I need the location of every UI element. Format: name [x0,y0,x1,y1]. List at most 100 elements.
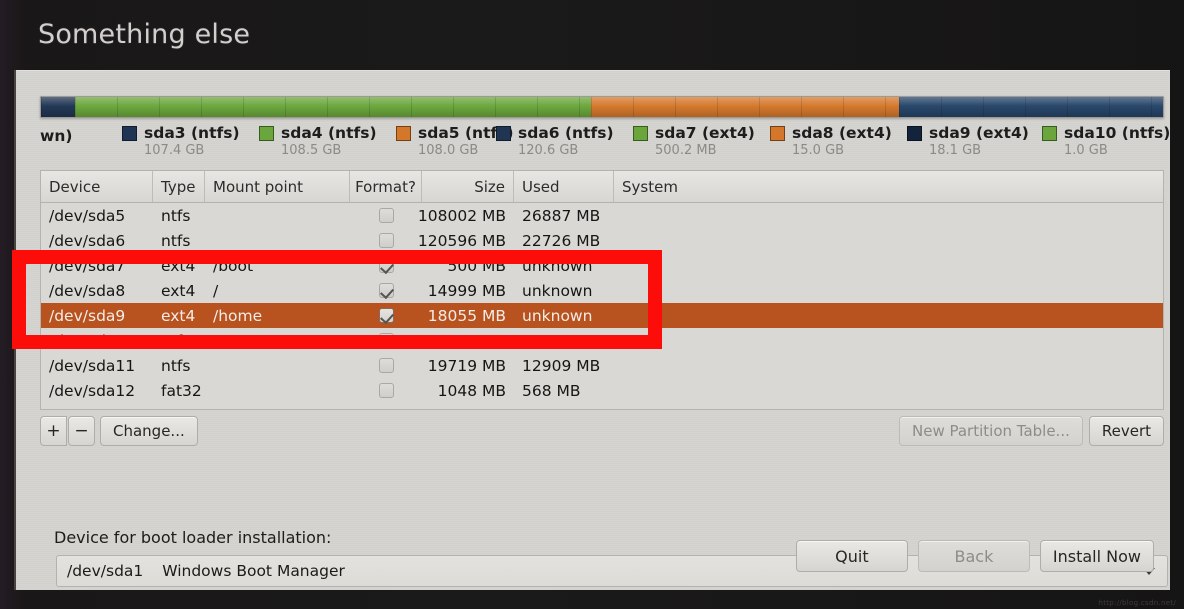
cell-system [614,353,1163,378]
cell-format[interactable] [350,303,422,328]
legend-size: 1.0 GB [1064,143,1108,158]
legend-label: sda10 (ntfs) [1064,124,1171,142]
table-row[interactable]: /dev/sda5 ntfs 108002 MB 26887 MB [41,203,1163,228]
table-row[interactable]: /dev/sda12 fat32 1048 MB 568 MB [41,378,1163,403]
cell-size: 14999 MB [427,281,506,300]
cell-system [614,203,1163,228]
legend-color-swatch-icon [633,125,648,141]
cell-format[interactable] [350,203,422,228]
checkbox-unchecked-icon[interactable] [378,333,394,348]
partition-bar-segment-sda9 [899,97,1163,117]
checkbox-checked-icon[interactable] [378,283,394,298]
cell-size: 1048 MB [437,331,506,350]
cell-device: /dev/sda6 [49,231,126,250]
table-row[interactable]: /dev/sda8 ext4 / 14999 MB unknown [41,278,1163,303]
column-header-mount-point[interactable]: Mount point [205,171,350,202]
table-row[interactable]: /dev/sda6 ntfs 120596 MB 22726 MB [41,228,1163,253]
checkbox-unchecked-icon[interactable] [378,233,394,248]
cell-device: /dev/sda10 [49,331,136,350]
column-header-system[interactable]: System [614,171,1163,202]
legend-label: sda7 (ext4) [655,124,755,142]
legend-size: 120.6 GB [518,143,579,158]
cell-used: 470 MB [522,331,581,350]
cell-system [614,228,1163,253]
cell-type: ntfs [161,356,191,375]
cell-format[interactable] [350,253,422,278]
cell-used: unknown [522,306,593,325]
partition-table: Device Type Mount point Format? Size Use… [40,170,1164,410]
checkbox-unchecked-icon[interactable] [378,208,394,223]
legend-label: sda8 (ext4) [792,124,892,142]
cell-format[interactable] [350,228,422,253]
cell-mount-point: /home [213,306,263,325]
install-now-button[interactable]: Install Now [1039,540,1154,572]
back-button[interactable]: Back [917,540,1030,572]
partition-bar-segment-sda3 [41,97,75,117]
partition-bar-segment-sda4 [74,97,591,117]
legend-item-sda6: sda6 (ntfs) 120.6 GB [496,124,614,158]
installer-dialog: wn) sda3 (ntfs) 107.4 GB sda4 (ntfs) 108.5 … [14,70,1170,590]
partition-bar-segment-sda5 [590,97,900,117]
table-row[interactable]: /dev/sda11 ntfs 19719 MB 12909 MB [41,353,1163,378]
legend-item-sda4: sda4 (ntfs) 108.5 GB [259,124,377,158]
column-header-size[interactable]: Size [422,171,514,202]
remove-partition-button[interactable]: − [68,416,95,446]
cell-size: 1048 MB [437,381,506,400]
cell-used: unknown [522,256,593,275]
partition-bar-track [40,96,1164,118]
column-header-device[interactable]: Device [41,171,153,202]
legend-color-swatch-icon [907,125,922,141]
cell-size: 120596 MB [417,231,506,250]
table-actions-group: New Partition Table... Revert [899,416,1164,446]
table-row[interactable]: /dev/sda10 ntfs 1048 MB 470 MB [41,328,1163,353]
table-row[interactable]: /dev/sda9 ext4/home 18055 MB unknown [41,303,1163,328]
cell-used: 22726 MB [522,231,601,250]
cell-format[interactable] [350,353,422,378]
cell-device: /dev/sda11 [49,356,136,375]
cell-device: /dev/sda8 [49,281,126,300]
checkbox-unchecked-icon[interactable] [378,358,394,373]
cell-format[interactable] [350,378,422,403]
cell-used: 12909 MB [522,356,601,375]
legend-color-swatch-icon [770,125,785,141]
cell-type: ntfs [161,231,191,250]
boot-loader-label: Device for boot loader installation: [54,528,332,547]
cell-format[interactable] [350,278,422,303]
partition-table-header: Device Type Mount point Format? Size Use… [41,171,1163,203]
partition-table-body: /dev/sda5 ntfs 108002 MB 26887 MB/dev/sda6 n… [41,203,1163,403]
cell-system [614,378,1163,403]
quit-button[interactable]: Quit [795,540,908,572]
cell-type: ext4 [161,256,196,275]
legend-size: 107.4 GB [144,143,205,158]
table-row[interactable]: /dev/sda7 ext4/boot 500 MB unknown [41,253,1163,278]
checkbox-unchecked-icon[interactable] [378,383,394,398]
legend-color-swatch-icon [496,125,511,141]
checkbox-checked-icon[interactable] [378,258,394,273]
cell-device: /dev/sda9 [49,306,126,325]
cell-used: 568 MB [522,381,581,400]
cell-mount-point [205,328,350,353]
column-header-used[interactable]: Used [514,171,614,202]
cell-size: 500 MB [447,256,506,275]
cell-system [614,253,1163,278]
legend-color-swatch-icon [396,125,411,141]
legend-item-sda10: sda10 (ntfs) 1.0 GB [1042,124,1170,158]
partition-bar [40,96,1164,118]
change-partition-button[interactable]: Change... [100,416,198,446]
partition-toolbar: + − Change... New Partition Table... Rev… [40,416,1164,450]
cell-size: 18055 MB [427,306,506,325]
cell-used: 26887 MB [522,206,601,225]
cell-format[interactable] [350,328,422,353]
column-header-format[interactable]: Format? [350,171,422,202]
add-partition-button[interactable]: + [40,416,67,446]
column-header-type[interactable]: Type [153,171,205,202]
new-partition-table-button[interactable]: New Partition Table... [899,416,1083,446]
checkbox-checked-icon[interactable] [378,308,394,323]
revert-button[interactable]: Revert [1088,416,1164,446]
cell-size: 19719 MB [427,356,506,375]
boot-loader-device: /dev/sda1 [67,562,144,580]
legend-label: sda6 (ntfs) [518,124,614,142]
legend-item-sda8: sda8 (ext4) 15.0 GB [770,124,892,158]
cell-used: unknown [522,281,593,300]
legend-label: sda3 (ntfs) [144,124,240,142]
